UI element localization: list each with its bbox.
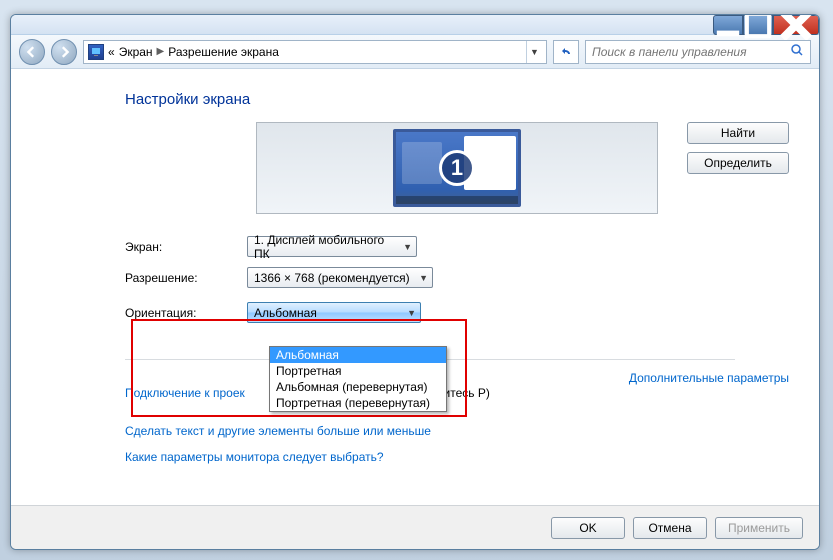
- back-button[interactable]: [19, 39, 45, 65]
- ok-button[interactable]: OK: [551, 517, 625, 539]
- orientation-option[interactable]: Портретная (перевернутая): [270, 395, 446, 411]
- chevron-down-icon: ▼: [419, 273, 428, 283]
- monitor-thumbnail: 1: [393, 129, 521, 207]
- chevron-down-icon: ▼: [403, 242, 412, 252]
- content-area: Настройки экрана 1 Найти Определить Экра…: [11, 69, 819, 474]
- search-icon: [790, 43, 804, 60]
- control-panel-window: « Экран ▶ Разрешение экрана ▼ Настройки …: [10, 14, 820, 550]
- which-monitor-link[interactable]: Какие параметры монитора следует выбрать…: [125, 450, 384, 464]
- apply-button[interactable]: Применить: [715, 517, 803, 539]
- projector-line: Подключение к проек и коснитесь P): [125, 386, 789, 400]
- forward-button[interactable]: [51, 39, 77, 65]
- monitor-preview[interactable]: 1: [256, 122, 658, 214]
- search-input[interactable]: [592, 45, 790, 59]
- orientation-option[interactable]: Альбомная: [270, 347, 446, 363]
- preview-row: 1 Найти Определить: [125, 122, 789, 214]
- text-size-link[interactable]: Сделать текст и другие элементы больше и…: [125, 424, 431, 438]
- orientation-option[interactable]: Портретная: [270, 363, 446, 379]
- chevron-right-icon: ▶: [157, 46, 165, 57]
- address-bar[interactable]: « Экран ▶ Разрешение экрана ▼: [83, 40, 547, 64]
- display-value: 1. Дисплей мобильного ПК: [254, 233, 398, 261]
- find-button[interactable]: Найти: [687, 122, 789, 144]
- monitor-number: 1: [439, 150, 475, 186]
- chevron-down-icon: ▼: [407, 308, 416, 318]
- display-select[interactable]: 1. Дисплей мобильного ПК ▼: [247, 236, 417, 257]
- refresh-button[interactable]: [553, 40, 579, 64]
- resolution-value: 1366 × 768 (рекомендуется): [254, 271, 410, 285]
- titlebar: [11, 15, 819, 35]
- minimize-button[interactable]: [713, 15, 743, 35]
- bottom-bar: OK Отмена Применить: [11, 505, 819, 549]
- detect-button[interactable]: Определить: [687, 152, 789, 174]
- search-box[interactable]: [585, 40, 811, 64]
- orientation-dropdown: Альбомная Портретная Альбомная (переверн…: [269, 346, 447, 412]
- address-dropdown[interactable]: ▼: [526, 41, 542, 63]
- close-button[interactable]: [773, 15, 819, 35]
- breadcrumb-resolution[interactable]: Разрешение экрана: [168, 45, 279, 59]
- label-resolution: Разрешение:: [125, 271, 247, 285]
- page-title: Настройки экрана: [125, 91, 789, 108]
- projector-link[interactable]: Подключение к проек: [125, 386, 245, 400]
- breadcrumb-display[interactable]: Экран: [119, 45, 153, 59]
- window-controls: [713, 15, 819, 34]
- maximize-button[interactable]: [743, 15, 773, 35]
- resolution-select[interactable]: 1366 × 768 (рекомендуется) ▼: [247, 267, 433, 288]
- navbar: « Экран ▶ Разрешение экрана ▼: [11, 35, 819, 69]
- advanced-settings-link[interactable]: Дополнительные параметры: [629, 371, 789, 385]
- label-display: Экран:: [125, 240, 247, 254]
- orientation-select[interactable]: Альбомная ▼: [247, 302, 421, 323]
- cancel-button[interactable]: Отмена: [633, 517, 707, 539]
- breadcrumb-prefix: «: [108, 45, 115, 59]
- orientation-option[interactable]: Альбомная (перевернутая): [270, 379, 446, 395]
- label-orientation: Ориентация:: [125, 306, 247, 320]
- display-icon: [88, 44, 104, 60]
- orientation-value: Альбомная: [254, 306, 317, 320]
